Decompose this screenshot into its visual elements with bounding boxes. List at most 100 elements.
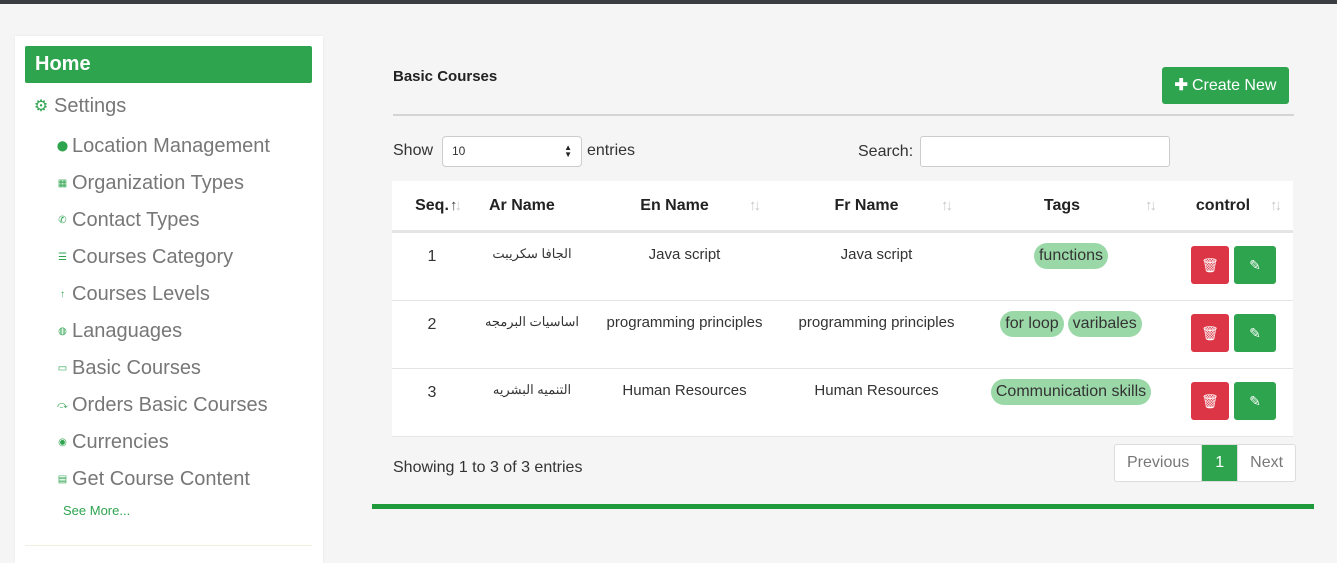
cell-fr-name: Human Resources — [814, 382, 939, 399]
sidebar-item[interactable]: ↑ Courses Levels — [55, 276, 317, 313]
sidebar-item-label: Orders Basic Courses — [72, 394, 268, 416]
entries-label: entries — [587, 142, 636, 159]
sidebar-divider — [25, 545, 312, 546]
sidebar-item-label: Location Management — [72, 135, 270, 157]
sidebar-item-label: Lanaguages — [72, 320, 183, 342]
edit-icon: ✎ — [1249, 393, 1261, 409]
create-new-label: Create New — [1191, 77, 1277, 94]
next-button[interactable]: Next — [1237, 445, 1295, 481]
column-seq-label: Seq. — [415, 197, 449, 214]
column-control[interactable]: control ↑↓ — [1184, 181, 1282, 230]
delete-button[interactable]: 🗑 — [1191, 314, 1229, 352]
sidebar-item[interactable]: ⬤ Location Management — [55, 128, 317, 165]
trash-icon: 🗑 — [1201, 325, 1219, 341]
sidebar-item-label: Organization Types — [72, 172, 244, 194]
sidebar-item[interactable]: ▭ Basic Courses — [55, 350, 317, 387]
sort-icon: ↑↓ — [749, 197, 761, 214]
column-ar-name-label: Ar Name — [489, 197, 555, 214]
cell-ar-name: اساسيات البرمجه — [484, 314, 580, 329]
sort-icon: ↑↓ — [1270, 197, 1282, 214]
sidebar-item-label: Basic Courses — [72, 357, 201, 379]
tag-badge[interactable]: functions — [1033, 243, 1109, 269]
sidebar-item[interactable]: ⤼ Orders Basic Courses — [55, 387, 317, 424]
sidebar-menu: ⬤ Location Management ▦ Organization Types ✆… — [55, 128, 317, 498]
table-row: 3 التنميه البشريه Human Resources Human Res… — [392, 369, 1293, 437]
sidebar-item[interactable]: ▤ Get Course Content — [55, 461, 317, 498]
trash-icon: 🗑 — [1201, 393, 1219, 409]
gear-icon: ⚙ — [33, 98, 49, 115]
cell-fr-name: Java script — [840, 246, 913, 263]
delete-button[interactable]: 🗑 — [1191, 246, 1229, 284]
table-row: 1 الجافا سكريبت Java script Java script func… — [392, 233, 1293, 301]
page-size-select[interactable]: 10 ▲ ▼ — [442, 136, 582, 167]
column-seq[interactable]: Seq. ↑↓ — [392, 181, 472, 230]
map-marker-icon: ⬤ — [56, 141, 69, 152]
cell-seq: 1 — [427, 248, 437, 265]
tag-badge[interactable]: varibales — [1067, 311, 1142, 337]
sidebar-item-label: Currencies — [72, 431, 169, 453]
server-icon: ▤ — [57, 474, 68, 485]
table-row: 2 اساسيات البرمجه programming principles pr… — [392, 301, 1293, 369]
sidebar-item-label: Get Course Content — [72, 468, 250, 490]
sidebar-item-label: Courses Category — [72, 246, 234, 268]
edit-icon: ✎ — [1249, 257, 1261, 273]
sort-asc-icon: ↑↓ — [450, 197, 462, 214]
column-en-name[interactable]: En Name ↑↓ — [592, 181, 761, 230]
edit-button[interactable]: ✎ — [1234, 246, 1276, 284]
edit-button[interactable]: ✎ — [1234, 382, 1276, 420]
edit-icon: ✎ — [1249, 325, 1261, 341]
sidebar-home[interactable]: Home — [25, 46, 312, 83]
plus-icon: ✚ — [1174, 77, 1188, 94]
sidebar-item-label: Courses Levels — [72, 283, 210, 305]
sidebar-item[interactable]: ◍ Lanaguages — [55, 313, 317, 350]
table-header: Seq. ↑↓ Ar Name ↑↓ En Name ↑↓ Fr Name ↑↓… — [392, 181, 1293, 233]
cell-en-name: Java script — [648, 246, 721, 263]
hand-money-icon: ⤼ — [57, 400, 68, 411]
cell-seq: 3 — [427, 384, 437, 401]
cell-ar-name: التنميه البشريه — [492, 382, 572, 397]
title-divider — [393, 114, 1294, 116]
sidebar-item[interactable]: ☰ Courses Category — [55, 239, 317, 276]
create-new-button[interactable]: ✚ Create New — [1162, 67, 1289, 104]
column-tags[interactable]: Tags ↑↓ — [982, 181, 1157, 230]
previous-button[interactable]: Previous — [1115, 445, 1203, 481]
column-control-label: control — [1195, 197, 1251, 214]
delete-button[interactable]: 🗑 — [1191, 382, 1229, 420]
level-up-icon: ↑ — [60, 289, 65, 300]
column-tags-label: Tags — [1043, 197, 1081, 214]
sort-icon: ↑↓ — [1145, 197, 1157, 214]
page-title: Basic Courses — [393, 68, 498, 85]
tags-cell: Communication skills — [982, 379, 1160, 405]
tag-badge[interactable]: for loop — [1000, 311, 1064, 337]
building-icon: ▦ — [57, 178, 68, 189]
top-bar — [0, 0, 1337, 4]
list-icon: ☰ — [58, 252, 67, 263]
tags-cell: functions — [982, 243, 1160, 269]
edit-button[interactable]: ✎ — [1234, 314, 1276, 352]
sidebar-item[interactable]: ✆ Contact Types — [55, 202, 317, 239]
cell-en-name: Human Resources — [622, 382, 747, 399]
sort-icon: ↑↓ — [941, 197, 953, 214]
page-1-button[interactable]: 1 — [1202, 445, 1238, 481]
tag-badge[interactable]: Communication skills — [990, 379, 1152, 405]
column-fr-name[interactable]: Fr Name ↑↓ — [784, 181, 953, 230]
column-fr-name-label: Fr Name — [834, 197, 899, 214]
phone-icon: ✆ — [58, 215, 67, 226]
sidebar: Home ⚙ Settings ⬤ Location Management ▦ Org… — [15, 36, 323, 563]
cell-seq: 2 — [427, 316, 437, 333]
see-more-link[interactable]: See More... — [63, 503, 130, 518]
column-en-name-label: En Name — [640, 197, 709, 214]
sidebar-settings-label: Settings — [54, 94, 127, 117]
search-input[interactable] — [920, 136, 1170, 167]
coins-icon: ◉ — [58, 437, 67, 448]
cell-en-name: programming principles — [606, 314, 763, 331]
sidebar-item[interactable]: ▦ Organization Types — [55, 165, 317, 202]
page-size-value: 10 — [452, 144, 466, 158]
table-info: Showing 1 to 3 of 3 entries — [393, 459, 583, 476]
sidebar-settings[interactable]: ⚙ Settings — [33, 94, 126, 118]
courses-table: Seq. ↑↓ Ar Name ↑↓ En Name ↑↓ Fr Name ↑↓… — [392, 181, 1293, 437]
sidebar-item[interactable]: ◉ Currencies — [55, 424, 317, 461]
tags-cell: for loop varibales — [982, 311, 1160, 337]
laptop-icon: ▭ — [57, 363, 68, 374]
trash-icon: 🗑 — [1201, 257, 1219, 273]
